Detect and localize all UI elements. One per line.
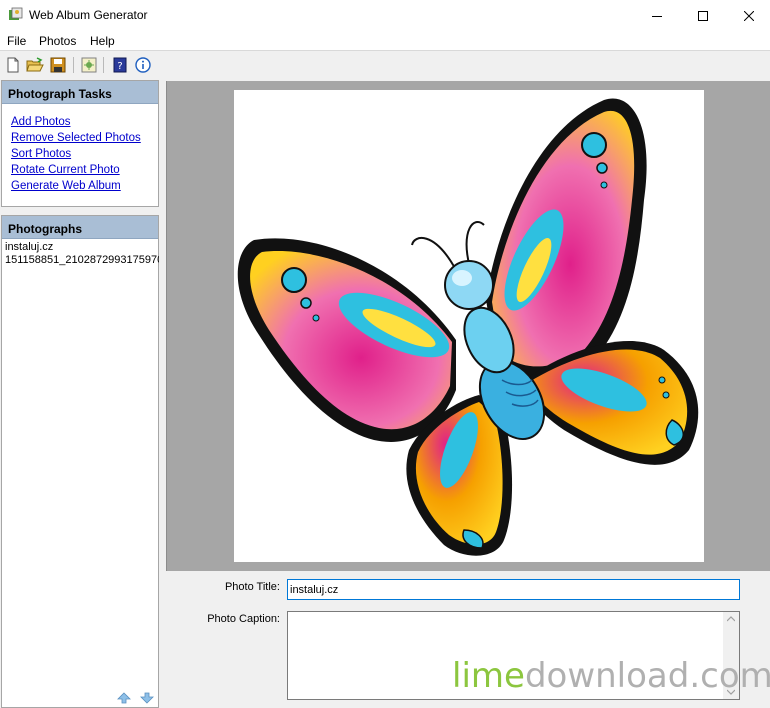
remove-selected-photos-link[interactable]: Remove Selected Photos [11,132,141,144]
add-photos-link[interactable]: Add Photos [11,116,70,128]
save-icon [50,57,66,73]
current-photo[interactable] [234,90,704,562]
menu-bar: File Photos Help [0,31,770,51]
help-book-icon: ? [113,57,127,73]
photo-title-label: Photo Title: [224,581,280,593]
photo-list-item[interactable]: instaluj.cz [5,241,159,253]
photo-title-input[interactable] [287,579,740,600]
menu-file[interactable]: File [7,34,26,48]
photo-preview-area [166,81,770,571]
app-icon [9,7,23,20]
move-up-icon[interactable] [117,692,131,704]
window-title: Web Album Generator [29,8,148,22]
generate-button[interactable] [80,56,98,74]
sort-photos-link[interactable]: Sort Photos [11,148,71,160]
close-icon [744,10,754,21]
close-button[interactable] [726,0,770,31]
photographs-header: Photographs [2,216,158,239]
generate-icon [81,57,97,73]
rotate-current-photo-link[interactable]: Rotate Current Photo [11,164,120,176]
new-button[interactable] [4,56,22,74]
move-down-icon[interactable] [140,692,154,704]
watermark-lime: lime [452,656,525,696]
maximize-icon [698,10,708,21]
butterfly-image [237,98,699,556]
info-icon [135,57,151,73]
watermark: limedownload.com [452,656,770,696]
minimize-icon [652,15,662,17]
generate-web-album-link[interactable]: Generate Web Album [11,180,121,192]
menu-help[interactable]: Help [90,34,115,48]
photographs-panel: Photographs instaluj.cz 151158851_210287… [1,215,159,708]
svg-text:?: ? [117,61,122,72]
app-window: Web Album Generator File Photos Help ? P… [0,0,770,708]
info-button[interactable] [134,56,152,74]
toolbar: ? [0,52,770,78]
scroll-up-icon[interactable] [727,616,735,622]
tasks-panel: Photograph Tasks Add Photos Remove Selec… [1,80,159,207]
maximize-button[interactable] [680,0,726,31]
minimize-button[interactable] [634,0,680,31]
menu-photos[interactable]: Photos [39,34,76,48]
tasks-header: Photograph Tasks [2,81,158,104]
help-book-button[interactable]: ? [111,56,129,74]
toolbar-separator [103,57,104,73]
toolbar-separator [73,57,74,73]
title-bar: Web Album Generator [0,0,770,31]
save-button[interactable] [49,56,67,74]
new-icon [7,57,19,73]
open-button[interactable] [26,56,44,74]
open-icon [26,57,44,72]
photo-list-item[interactable]: 151158851_2102872993175970 [5,254,159,266]
photo-caption-label: Photo Caption: [207,613,280,625]
watermark-rest: download.com [524,656,770,696]
